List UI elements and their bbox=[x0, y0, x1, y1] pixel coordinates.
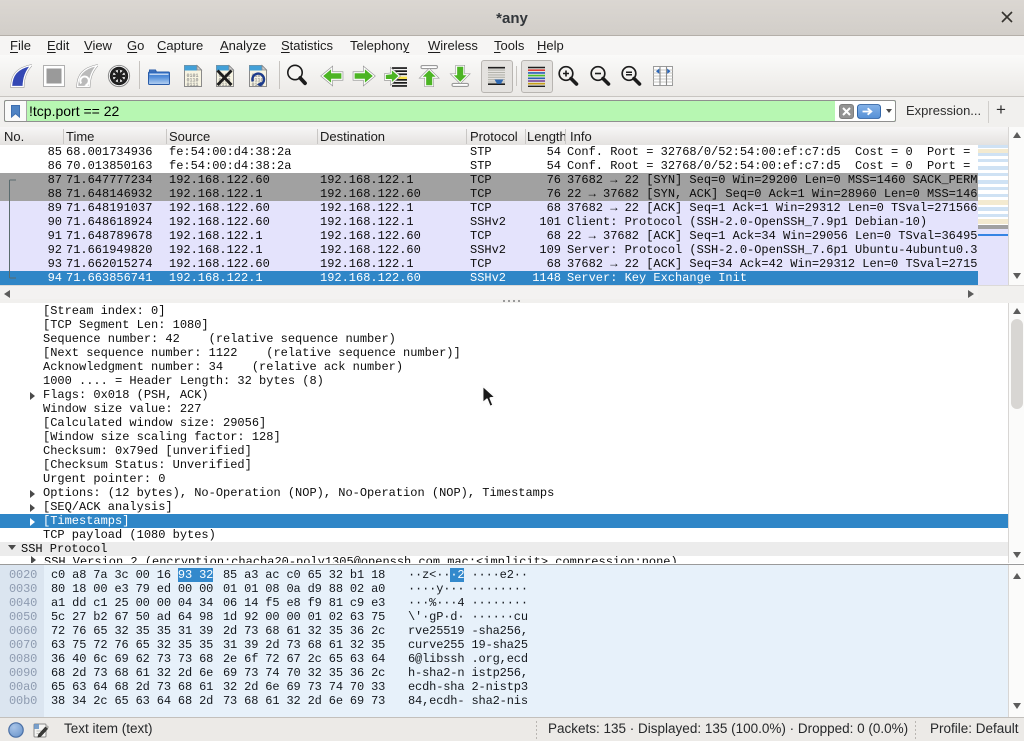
svg-text:0111: 0111 bbox=[187, 82, 199, 88]
